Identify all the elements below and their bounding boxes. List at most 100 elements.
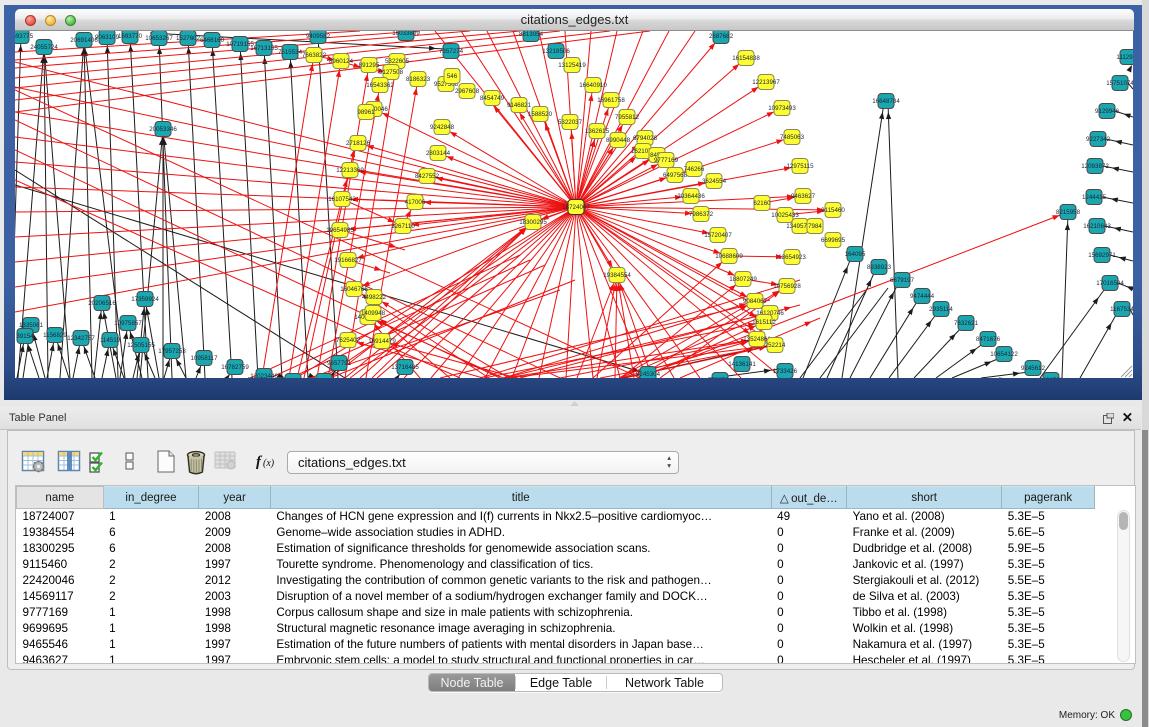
svg-text:16033809: 16033809 (392, 31, 420, 37)
svg-text:7632621: 7632621 (954, 320, 979, 327)
svg-text:1112949: 1112949 (1116, 54, 1133, 61)
svg-text:(x): (x) (263, 458, 275, 469)
svg-text:1244415: 1244415 (1082, 194, 1107, 201)
svg-text:9084067: 9084067 (743, 298, 768, 305)
svg-text:1362615: 1362615 (585, 128, 610, 135)
svg-text:9424502: 9424502 (1039, 377, 1064, 378)
svg-text:16154838: 16154838 (732, 55, 760, 62)
svg-text:6497568: 6497568 (663, 172, 688, 179)
svg-text:16210643: 16210643 (1083, 223, 1111, 230)
svg-text:9245612: 9245612 (1021, 365, 1046, 372)
svg-text:1527602: 1527602 (176, 35, 201, 42)
svg-text:8990448: 8990448 (606, 137, 631, 144)
svg-text:16107542: 16107542 (328, 196, 356, 203)
svg-text:12975115: 12975115 (786, 163, 814, 170)
svg-text:2803144: 2803144 (426, 150, 451, 157)
svg-text:16046766: 16046766 (340, 286, 368, 293)
svg-text:16713155: 16713155 (250, 45, 278, 52)
svg-text:9474444: 9474444 (910, 293, 935, 300)
svg-text:18807249: 18807249 (729, 276, 757, 283)
svg-text:18724007: 18724007 (562, 204, 590, 211)
svg-text:546: 546 (447, 73, 458, 80)
svg-text:746266: 746266 (684, 166, 705, 173)
svg-text:1167534: 1167534 (1110, 306, 1133, 313)
svg-text:7955812: 7955812 (615, 114, 640, 121)
svg-text:2967608: 2967608 (455, 88, 480, 95)
svg-text:16640910: 16640910 (579, 82, 607, 89)
svg-text:4498222: 4498222 (362, 294, 387, 301)
svg-text:16782759: 16782759 (221, 364, 249, 371)
svg-text:62160: 62160 (753, 200, 771, 207)
svg-text:252214: 252214 (765, 342, 786, 349)
svg-text:2935114: 2935114 (929, 306, 953, 313)
svg-text:18300295: 18300295 (519, 219, 547, 226)
svg-text:5322037: 5322037 (558, 119, 583, 126)
svg-text:8215958: 8215958 (1056, 209, 1081, 216)
svg-text:10973493: 10973493 (768, 105, 796, 112)
svg-text:19384554: 19384554 (603, 272, 631, 279)
svg-text:164095: 164095 (845, 251, 866, 258)
svg-text:417006: 417006 (405, 199, 426, 206)
svg-text:10688609: 10688609 (715, 253, 743, 260)
svg-text:1588520: 1588520 (528, 111, 553, 118)
svg-text:1615112: 1615112 (752, 319, 776, 326)
svg-text:16914479: 16914479 (368, 338, 396, 345)
svg-text:2687682: 2687682 (709, 33, 734, 40)
svg-text:9127508: 9127508 (379, 69, 404, 76)
svg-text:12213967: 12213967 (752, 79, 780, 86)
svg-text:39154: 39154 (16, 333, 34, 340)
svg-text:8960124: 8960124 (329, 58, 354, 65)
svg-text:8938923: 8938923 (867, 264, 892, 271)
svg-text:9115460: 9115460 (821, 207, 845, 214)
svg-text:1693770: 1693770 (118, 33, 143, 40)
svg-text:114519: 114519 (100, 337, 121, 344)
svg-text:7485063: 7485063 (780, 134, 805, 141)
svg-text:9245304: 9245304 (636, 371, 661, 378)
svg-text:15751074: 15751074 (1106, 80, 1133, 87)
svg-text:9242848: 9242848 (430, 124, 455, 131)
svg-text:13125419: 13125419 (558, 62, 586, 69)
svg-text:24055724: 24055724 (30, 44, 58, 51)
svg-text:7522764: 7522764 (708, 377, 733, 378)
svg-text:9409582: 9409582 (306, 33, 331, 40)
svg-text:7663822: 7663822 (302, 52, 327, 59)
svg-text:6699695: 6699695 (821, 237, 846, 244)
svg-text:6794028: 6794028 (633, 135, 658, 142)
svg-text:17359924: 17359924 (131, 296, 159, 303)
svg-text:15720407: 15720407 (704, 232, 732, 239)
svg-text:9146821: 9146821 (507, 102, 532, 109)
svg-text:8186323: 8186323 (406, 76, 431, 83)
svg-text:9129946: 9129946 (1095, 108, 1120, 115)
svg-text:8454749: 8454749 (480, 95, 505, 102)
svg-text:12342757: 12342757 (67, 335, 95, 342)
svg-text:9657791: 9657791 (327, 360, 352, 367)
svg-text:20206516: 20206516 (88, 300, 116, 307)
svg-text:891295: 891295 (359, 62, 380, 69)
svg-text:6879197: 6879197 (890, 277, 915, 284)
svg-text:98961: 98961 (357, 109, 375, 116)
svg-text:8813054: 8813054 (519, 31, 544, 38)
svg-text:20364436: 20364436 (677, 193, 705, 200)
svg-text:10958117: 10958117 (190, 355, 218, 362)
svg-text:9063109: 9063109 (95, 34, 120, 41)
svg-text:9227342: 9227342 (1086, 136, 1111, 143)
svg-text:13654923: 13654923 (778, 254, 806, 261)
svg-text:8427552: 8427552 (415, 173, 440, 180)
svg-text:9777169: 9777169 (654, 157, 679, 164)
svg-text:7625402: 7625402 (336, 337, 361, 344)
svg-text:7357274: 7357274 (439, 48, 464, 55)
svg-text:9463627: 9463627 (791, 193, 816, 200)
svg-text:10653267: 10653267 (145, 35, 173, 42)
svg-text:12505155: 12505155 (127, 342, 155, 349)
svg-text:2718126: 2718126 (346, 140, 371, 147)
svg-text:1409948: 1409948 (361, 310, 386, 317)
svg-text:3624554: 3624554 (702, 178, 727, 185)
svg-text:19654985: 19654985 (326, 227, 354, 234)
svg-text:20053346: 20053346 (149, 126, 177, 133)
svg-text:7515534: 7515534 (278, 49, 303, 56)
svg-text:1733426: 1733426 (773, 368, 798, 375)
svg-text:7984: 7984 (808, 223, 822, 230)
svg-text:17957253: 17957253 (158, 348, 186, 355)
svg-text:14136141: 14136141 (728, 361, 756, 368)
svg-text:16543362: 16543362 (366, 82, 394, 89)
